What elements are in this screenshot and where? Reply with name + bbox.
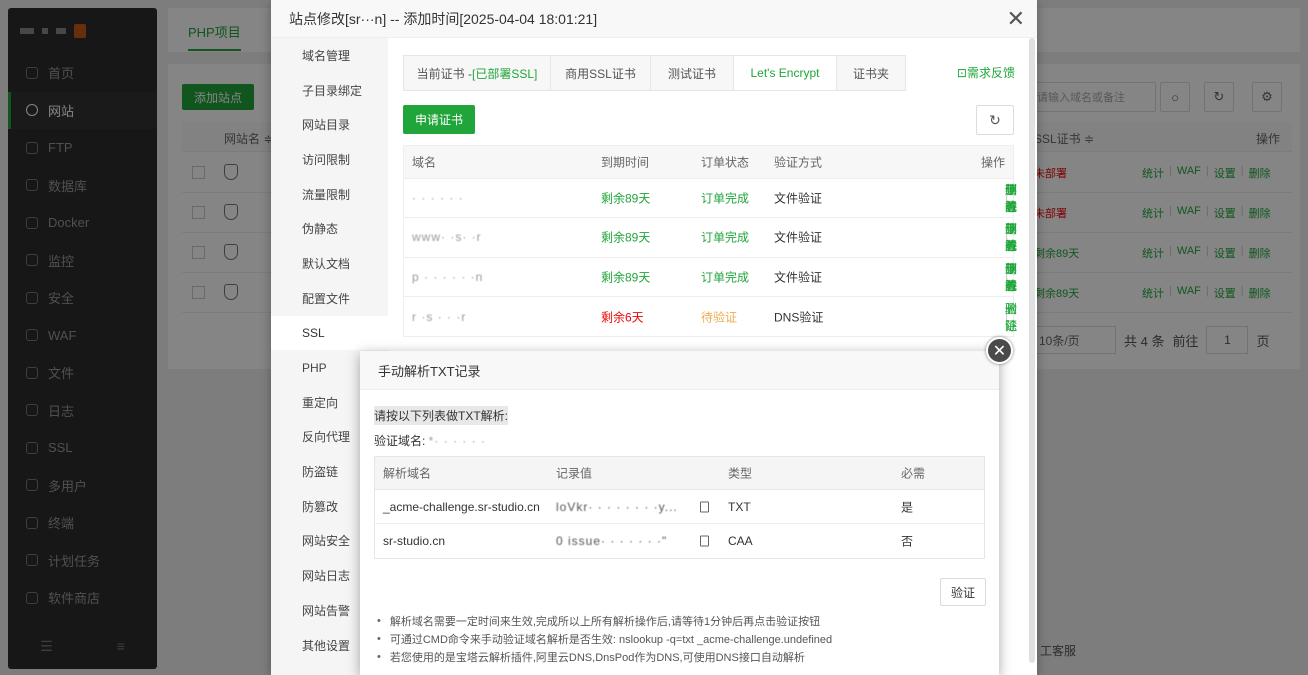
tab-commercial-ssl[interactable]: 商用SSL证书 xyxy=(551,56,651,90)
cert-method: DNS验证 xyxy=(774,310,824,325)
tab-cert-folder[interactable]: 证书夹 xyxy=(837,56,905,90)
col-domain: 域名 xyxy=(412,155,437,170)
ssl-tabs: 当前证书 - [已部署SSL] 商用SSL证书 测试证书 Let's Encry… xyxy=(403,55,906,91)
col-required: 必需 xyxy=(901,466,926,481)
cert-domain: p · · · · · ·n xyxy=(412,269,484,284)
feedback-icon: ⊡ xyxy=(956,66,967,80)
close-icon[interactable]: ✕ xyxy=(986,337,1013,364)
cert-status: 待验证 xyxy=(701,310,738,325)
copy-icon[interactable] xyxy=(700,535,709,547)
cert-action-link[interactable]: 删除 xyxy=(1005,220,1017,254)
txt-tip: 请按以下列表做TXT解析: xyxy=(374,406,508,425)
site-menu-item[interactable]: 访问限制 xyxy=(271,142,388,177)
table-row: · · · · · · 剩余89天 订单完成 文件验证 部署 | 下载 | 续签 | 删除 xyxy=(404,179,1017,219)
apply-cert-button[interactable]: 申请证书 xyxy=(403,105,476,134)
feedback-link[interactable]: ⊡需求反馈 xyxy=(957,64,1015,81)
site-menu-item[interactable]: 网站目录 xyxy=(271,107,388,142)
site-menu-item[interactable]: 伪静态 xyxy=(271,211,388,246)
close-icon[interactable]: ✕ xyxy=(1007,6,1025,32)
table-row: www· ·s· ·r 剩余89天 订单完成 文件验证 部署 | 下载 | 续签 | 删除 xyxy=(404,218,1017,258)
note-item: 若您使用的是宝塔云解析插件,阿里云DNS,DnsPod作为DNS,可使用DNS接… xyxy=(374,648,832,666)
cert-action-link[interactable]: 删除 xyxy=(1005,300,1017,334)
notes-list: 解析域名需要一定时间来生效,完成所以上所有解析操作后,请等待1分钟后再点击验证按… xyxy=(374,612,832,666)
note-item: 可通过CMD命令来手动验证域名解析是否生效: nslookup -q=txt _… xyxy=(374,630,832,648)
tab-lets-encrypt[interactable]: Let's Encrypt xyxy=(734,56,837,90)
verify-button[interactable]: 验证 xyxy=(940,578,986,606)
cert-method: 文件验证 xyxy=(774,230,823,245)
record-required: 否 xyxy=(901,534,914,549)
copy-icon[interactable] xyxy=(700,501,709,512)
table-row: p · · · · · ·n 剩余89天 订单完成 文件验证 部署 | 下载 | 续签 | 删除 xyxy=(404,258,1017,297)
site-menu-item[interactable]: 域名管理 xyxy=(271,38,388,73)
site-menu-item[interactable]: 配置文件 xyxy=(271,281,388,316)
resolve-domain: _acme-challenge.sr-studio.cn xyxy=(383,499,540,514)
cert-expire: 剩余89天 xyxy=(601,230,651,245)
verify-domain: 验证域名: *· · · · · · xyxy=(374,434,486,448)
resolve-domain: sr-studio.cn xyxy=(383,534,446,548)
cert-domain: · · · · · · xyxy=(412,191,464,206)
cert-expire: 剩余89天 xyxy=(601,270,651,285)
cert-action-link[interactable]: 删除 xyxy=(1005,181,1017,215)
cert-domain: r ·s · · ·r xyxy=(412,309,467,324)
cert-expire: 剩余89天 xyxy=(601,191,651,206)
col-resolve-domain: 解析域名 xyxy=(383,466,432,481)
site-menu-item[interactable]: SSL xyxy=(271,315,388,351)
cert-method: 文件验证 xyxy=(774,270,823,285)
tab-test-cert[interactable]: 测试证书 xyxy=(651,56,734,90)
record-type: TXT xyxy=(728,499,751,514)
cert-status: 订单完成 xyxy=(701,270,750,285)
cert-expire: 剩余6天 xyxy=(601,310,644,325)
col-status: 订单状态 xyxy=(701,155,750,170)
col-type: 类型 xyxy=(728,466,753,481)
txt-table-header: 解析域名 记录值 类型 必需 xyxy=(375,457,984,490)
col-record-value: 记录值 xyxy=(556,466,593,481)
col-method: 验证方式 xyxy=(774,155,823,170)
record-type: CAA xyxy=(728,534,753,548)
txt-dialog-title: 手动解析TXT记录 xyxy=(360,351,999,390)
col-ops: 操作 xyxy=(980,155,1005,170)
cert-table-header: 域名 到期时间 订单状态 验证方式 操作 xyxy=(404,146,1013,179)
note-item: 解析域名需要一定时间来生效,完成所以上所有解析操作后,请等待1分钟后再点击验证按… xyxy=(374,612,832,630)
col-expire: 到期时间 xyxy=(601,155,650,170)
site-menu-item[interactable]: 流量限制 xyxy=(271,177,388,212)
cert-action-link[interactable]: 删除 xyxy=(1005,260,1017,294)
cert-status: 订单完成 xyxy=(701,191,750,206)
record-required: 是 xyxy=(901,500,914,514)
site-menu-item[interactable]: 子目录绑定 xyxy=(271,73,388,108)
cert-status: 订单完成 xyxy=(701,230,750,245)
record-value: 0 issue· · · · · · ·" xyxy=(556,534,668,548)
site-dialog-title: 站点修改[sr···n] -- 添加时间[2025-04-04 18:01:21… xyxy=(271,0,1037,38)
txt-record-table: 解析域名 记录值 类型 必需 _acme-challenge.sr-studio… xyxy=(374,456,985,559)
tab-current-cert[interactable]: 当前证书 - [已部署SSL] xyxy=(404,56,551,90)
record-value: loVkr· · · · · · · ·y... xyxy=(556,499,678,514)
table-row: sr-studio.cn 0 issue· · · · · · ·" CAA 否 xyxy=(375,524,984,558)
refresh-icon[interactable]: ↻ xyxy=(976,105,1014,135)
site-menu-item[interactable]: 默认文档 xyxy=(271,246,388,281)
table-row: _acme-challenge.sr-studio.cn loVkr· · · ·… xyxy=(375,490,984,524)
cert-table: 域名 到期时间 订单状态 验证方式 操作 · · · · · · 剩余89天 订单完… xyxy=(403,145,1017,338)
cert-domain: www· ·s· ·r xyxy=(412,230,482,245)
txt-record-dialog: 手动解析TXT记录 ✕ 请按以下列表做TXT解析: 验证域名: *· · · ·… xyxy=(360,337,1013,675)
dialog-scrollbar[interactable] xyxy=(1029,38,1035,663)
cert-method: 文件验证 xyxy=(774,191,823,206)
table-row: r ·s · · ·r 剩余6天 待验证 DNS验证 验证 | 删除 xyxy=(404,297,1017,336)
